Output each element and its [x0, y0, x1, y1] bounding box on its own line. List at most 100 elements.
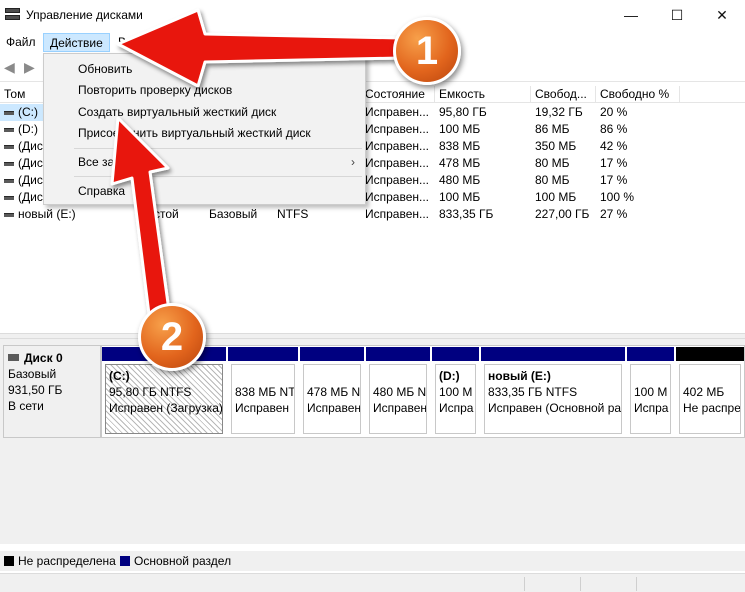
partition-recovery-4[interactable]: 100 М Испра [627, 346, 674, 437]
maximize-button[interactable]: ☐ [654, 0, 700, 31]
partition-status: Испра [634, 401, 669, 415]
volume-free-percent: 100 % [600, 190, 635, 204]
table-row[interactable]: новый (E:) стой Базовый NTFS Исправен...… [0, 206, 745, 223]
partition-status: Исправен [307, 401, 361, 415]
partition-details: (D:) 100 М Испра [435, 364, 476, 434]
column-header-free[interactable]: Свобод... [531, 86, 596, 103]
partition-type-bar [300, 347, 364, 361]
partition-name [373, 368, 423, 384]
menu-file[interactable]: Файл [0, 33, 42, 52]
minimize-button[interactable]: — [608, 0, 654, 31]
partition-name [634, 368, 667, 384]
disk-management-icon [5, 8, 20, 21]
volume-free-percent: 27 % [600, 207, 628, 221]
partition-size: 838 МБ NT [235, 385, 295, 399]
partition-status: Исправен [373, 401, 427, 415]
partition-status: Исправен [235, 401, 290, 415]
partition-recovery-3[interactable]: 480 МБ N Исправен [366, 346, 430, 437]
menu-item-all-tasks[interactable]: Все задачи › [44, 151, 365, 173]
volume-type: Базовый [209, 207, 258, 221]
volume-filesystem: NTFS [277, 207, 309, 221]
annotation-badge-2: 2 [138, 303, 206, 371]
volume-icon [4, 179, 14, 183]
menu-item-all-tasks-label: Все задачи [78, 155, 141, 169]
partition-size: 480 МБ N [373, 385, 427, 399]
column-header-capacity[interactable]: Емкость [435, 86, 531, 103]
partition-recovery-1[interactable]: 838 МБ NT Исправен [228, 346, 298, 437]
menu-item-refresh[interactable]: Обновить [44, 58, 365, 80]
volume-free-percent: 17 % [600, 173, 628, 187]
action-dropdown-menu: Обновить Повторить проверку дисков Созда… [43, 53, 366, 205]
partition-type-bar [481, 347, 625, 361]
partition-e[interactable]: новый (E:) 833,35 ГБ NTFS Исправен (Осно… [481, 346, 625, 437]
partition-size: 402 МБ [683, 385, 725, 399]
legend-unallocated: Не распределена [18, 554, 116, 568]
volume-state: Исправен... [365, 122, 430, 136]
menu-item-create-vhd[interactable]: Создать виртуальный жесткий диск [44, 101, 365, 123]
annotation-badge-1: 1 [393, 17, 461, 85]
menu-item-rescan-disks[interactable]: Повторить проверку дисков [44, 79, 365, 101]
partition-type-bar [228, 347, 298, 361]
column-header-state[interactable]: Состояние [361, 86, 435, 103]
partition-type-bar [627, 347, 674, 361]
menu-item-attach-vhd[interactable]: Присоединить виртуальный жесткий диск [44, 122, 365, 144]
volume-layout: стой [154, 207, 179, 221]
partition-name [307, 368, 357, 384]
volume-icon [4, 213, 14, 217]
window-title: Управление дисками [26, 8, 143, 22]
partition-unallocated[interactable]: 402 МБ Не распре [676, 346, 744, 437]
status-divider [524, 577, 525, 591]
volume-capacity: 95,80 ГБ [439, 105, 487, 119]
partition-details: 100 М Испра [630, 364, 671, 434]
partition-type-bar [432, 347, 479, 361]
partition-name: (D:) [439, 369, 460, 383]
volume-free: 86 МБ [535, 122, 570, 136]
disk-management-window: Управление дисками — ☐ ✕ Файл Действие В… [0, 0, 745, 592]
disk-type: Базовый [8, 367, 57, 381]
menu-view[interactable]: В [112, 33, 132, 52]
title-bar: Управление дисками — ☐ ✕ [0, 0, 745, 31]
partition-recovery-2[interactable]: 478 МБ N Исправен [300, 346, 364, 437]
volume-state: Исправен... [365, 105, 430, 119]
volume-icon [4, 111, 14, 115]
disk-0-label[interactable]: Диск 0 Базовый 931,50 ГБ В сети [3, 345, 101, 438]
partition-details: (C:) 95,80 ГБ NTFS Исправен (Загрузка) [105, 364, 223, 434]
partition-d[interactable]: (D:) 100 М Испра [432, 346, 479, 437]
disk-size: 931,50 ГБ [8, 383, 63, 397]
menu-separator [74, 148, 362, 149]
menu-item-help[interactable]: Справка [44, 180, 365, 202]
menu-separator [74, 176, 362, 177]
volume-state: Исправен... [365, 190, 430, 204]
status-bar [0, 573, 745, 592]
volume-icon [4, 128, 14, 132]
volume-capacity: 480 МБ [439, 173, 481, 187]
disk-name: Диск 0 [24, 351, 63, 365]
partition-name [683, 368, 737, 384]
volume-state: Исправен... [365, 207, 430, 221]
column-header-free-percent[interactable]: Свободно % [596, 86, 680, 103]
partition-status: Исправен (Основной ра [488, 401, 622, 415]
volume-free: 350 МБ [535, 139, 577, 153]
volume-free-percent: 20 % [600, 105, 628, 119]
volume-capacity: 833,35 ГБ [439, 207, 494, 221]
menu-action[interactable]: Действие [43, 33, 110, 52]
partition-status: Не распре [683, 401, 741, 415]
forward-arrow-icon[interactable]: ▶ [24, 59, 35, 76]
close-button[interactable]: ✕ [699, 0, 745, 31]
legend-primary: Основной раздел [134, 554, 232, 568]
partition-name [235, 368, 291, 384]
volume-icon [4, 196, 14, 200]
volume-free: 100 МБ [535, 190, 577, 204]
volume-icon [4, 145, 14, 149]
volume-icon [4, 162, 14, 166]
volume-capacity: 100 МБ [439, 122, 481, 136]
legend-swatch-unallocated [4, 556, 14, 566]
partition-details: 838 МБ NT Исправен [231, 364, 295, 434]
back-arrow-icon[interactable]: ◀ [4, 59, 15, 76]
volume-capacity: 478 МБ [439, 156, 481, 170]
volume-capacity: 100 МБ [439, 190, 481, 204]
volume-capacity: 838 МБ [439, 139, 481, 153]
partition-details: 480 МБ N Исправен [369, 364, 427, 434]
volume-free-percent: 17 % [600, 156, 628, 170]
volume-name: новый (E:) [18, 207, 76, 221]
